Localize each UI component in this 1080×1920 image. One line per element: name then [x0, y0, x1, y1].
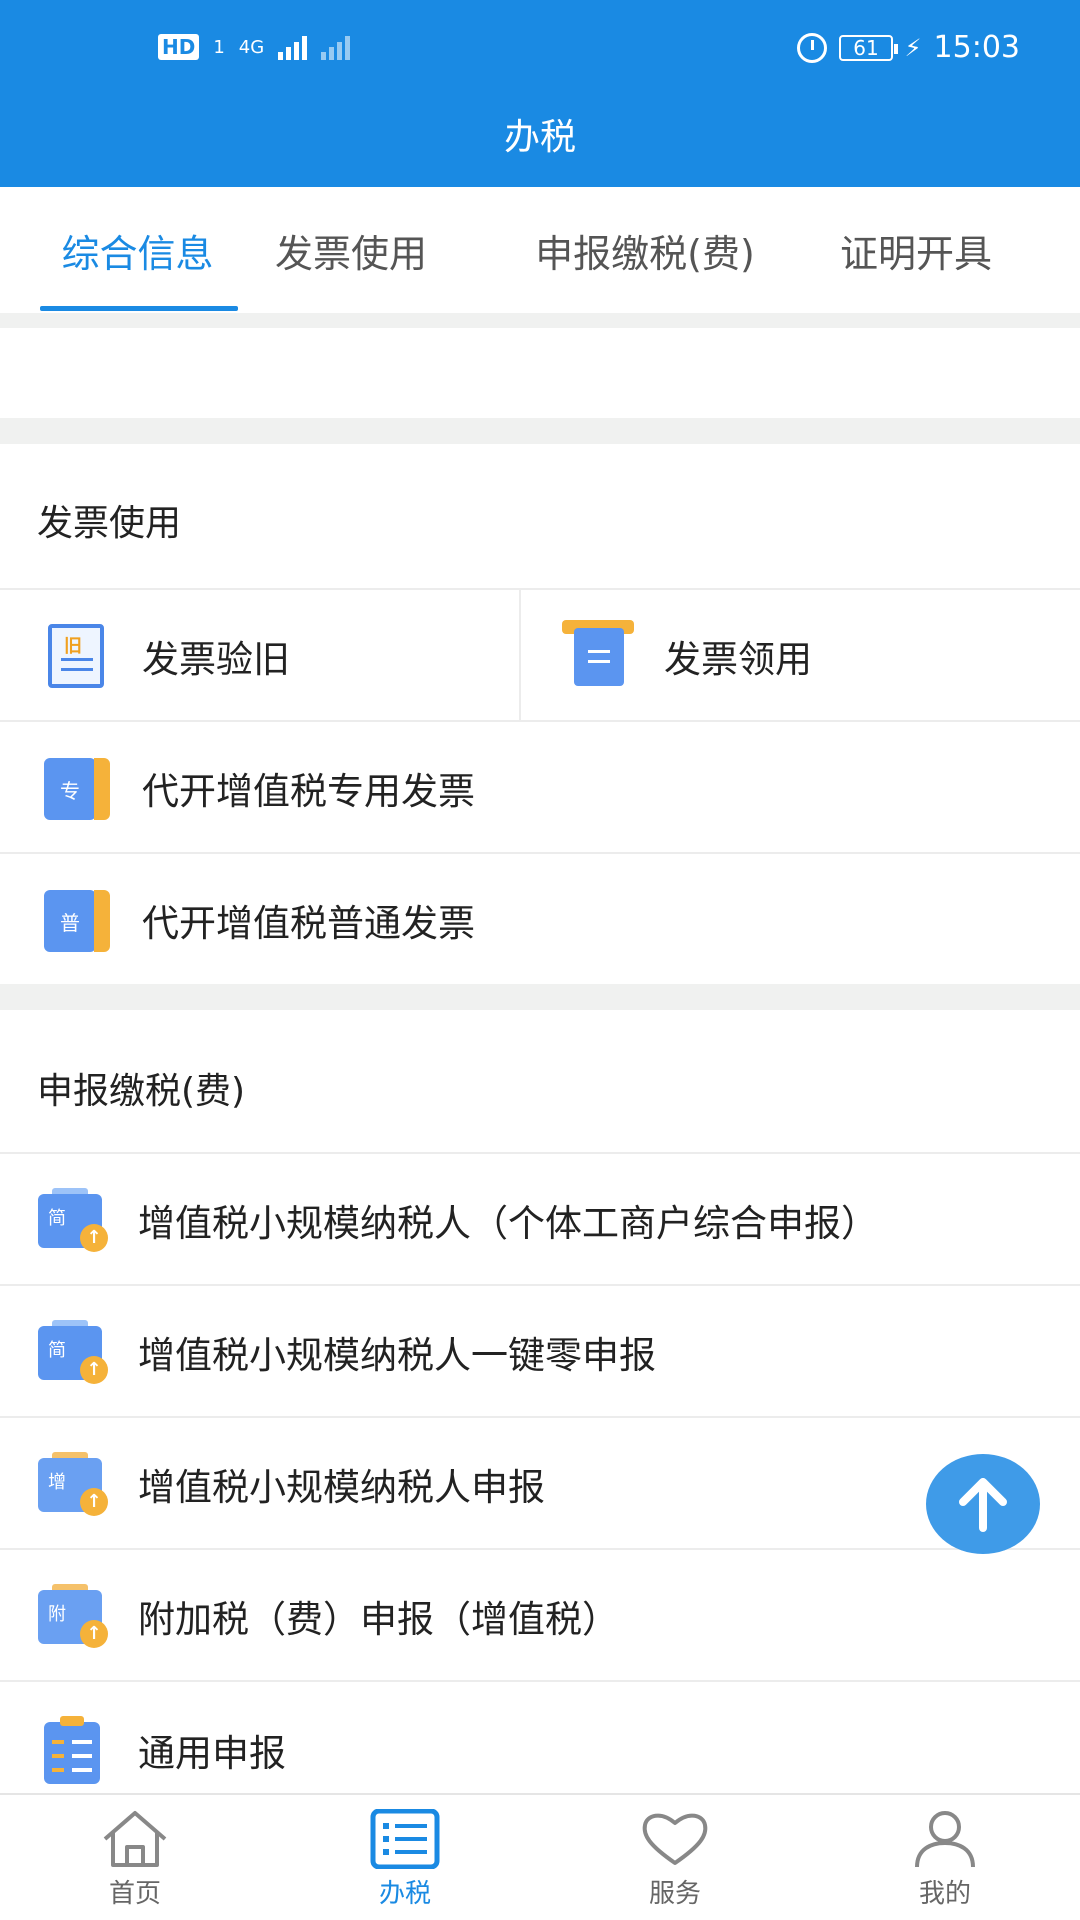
item-label: 增值税小规模纳税人申报 — [138, 1466, 545, 1509]
invoice-receive-item[interactable]: 发票领用 — [562, 620, 812, 692]
tab-bar: 综合信息 发票使用 申报缴税(费) 证明开具 — [0, 187, 1080, 313]
tab-invoice[interactable]: 发票使用 — [275, 187, 485, 313]
section-gap — [0, 313, 1080, 328]
item-label: 附加税（费）申报（增值税） — [138, 1598, 619, 1641]
simple-declare-icon: 简 ↑ — [36, 1316, 108, 1388]
user-icon — [915, 1811, 975, 1868]
special-invoice-item[interactable]: 专 代开增值税专用发票 — [40, 752, 475, 824]
divider — [0, 852, 1080, 854]
nav-mine[interactable]: 我的 — [810, 1795, 1080, 1920]
icon-text: 旧 — [64, 636, 82, 657]
status-bar: HD 1 4G 61 ⚡ 15:03 — [0, 0, 1080, 100]
tab-label: 综合信息 — [61, 231, 214, 276]
declare-section: 申报缴税(费) 简 ↑ 增值税小规模纳税人（个体工商户综合申报） 简 ↑ 增值税… — [0, 1010, 1080, 1793]
home-icon — [103, 1811, 167, 1867]
invoice-check-item[interactable]: 旧 发票验旧 — [40, 620, 290, 692]
divider — [0, 1416, 1080, 1418]
arrow-up-icon — [959, 1478, 1007, 1532]
tab-label: 发票使用 — [275, 231, 428, 276]
invoice-receive-icon — [562, 620, 634, 692]
app-header: HD 1 4G 61 ⚡ 15:03 办税 — [0, 0, 1080, 187]
section-title: 发票使用 — [37, 503, 182, 544]
declare-item[interactable]: 通用申报 — [36, 1714, 286, 1786]
page-title: 办税 — [503, 117, 576, 158]
tab-label: 申报缴税(费) — [535, 231, 755, 276]
divider — [0, 720, 1080, 722]
divider — [519, 590, 521, 720]
declare-item[interactable]: 增 ↑ 增值税小规模纳税人申报 — [36, 1448, 545, 1520]
section-gap — [0, 418, 1080, 444]
nav-service[interactable]: 服务 — [540, 1795, 810, 1920]
list-icon — [370, 1809, 440, 1869]
section-gap — [0, 984, 1080, 1010]
hd-badge: HD — [158, 34, 200, 60]
status-right: 61 ⚡ 15:03 — [797, 30, 1020, 65]
signal-icon — [278, 34, 308, 60]
tab-certificate[interactable]: 证明开具 — [805, 187, 1080, 313]
invoice-check-icon: 旧 — [40, 620, 112, 692]
tab-declare[interactable]: 申报缴税(费) — [485, 187, 805, 313]
tab-overview[interactable]: 综合信息 — [0, 187, 275, 313]
declare-item[interactable]: 附 ↑ 附加税（费）申报（增值税） — [36, 1580, 619, 1652]
item-label: 代开增值税专用发票 — [142, 770, 475, 813]
nav-tax[interactable]: 办税 — [270, 1795, 540, 1920]
battery-icon: 61 — [839, 34, 899, 61]
scroll-top-button[interactable] — [926, 1454, 1040, 1554]
item-label: 发票领用 — [664, 638, 812, 681]
bottom-nav: 首页 办税 服务 我的 — [0, 1793, 1080, 1920]
vat-declare-icon: 增 ↑ — [36, 1448, 108, 1520]
tab-active-indicator — [40, 306, 238, 311]
section-title: 申报缴税(费) — [37, 1071, 246, 1112]
nav-label: 服务 — [648, 1879, 701, 1909]
alarm-icon — [797, 32, 828, 63]
charging-icon: ⚡ — [904, 33, 922, 62]
signal-empty-icon — [321, 34, 351, 60]
icon-text: 专 — [44, 758, 96, 820]
special-invoice-icon: 专 — [40, 752, 112, 824]
tab-label: 证明开具 — [840, 231, 993, 276]
item-label: 代开增值税普通发票 — [142, 902, 475, 945]
network-type: 4G — [238, 36, 265, 58]
item-label: 发票验旧 — [142, 638, 290, 681]
invoice-section: 发票使用 旧 发票验旧 发票领用 专 代开增值税专用发票 普 代开增值税普通发票 — [0, 444, 1080, 984]
info-placeholder — [0, 328, 1080, 418]
nav-label: 办税 — [378, 1879, 431, 1909]
item-label: 增值税小规模纳税人一键零申报 — [138, 1334, 656, 1377]
icon-text: 普 — [44, 890, 96, 952]
ordinary-invoice-icon: 普 — [40, 884, 112, 956]
divider — [0, 1152, 1080, 1154]
heart-icon — [642, 1813, 708, 1865]
declare-item[interactable]: 简 ↑ 增值税小规模纳税人一键零申报 — [36, 1316, 656, 1388]
ordinary-invoice-item[interactable]: 普 代开增值税普通发票 — [40, 884, 475, 956]
divider — [0, 1284, 1080, 1286]
clock: 15:03 — [933, 30, 1020, 65]
divider — [0, 1680, 1080, 1682]
general-declare-icon — [36, 1714, 108, 1786]
divider — [0, 1548, 1080, 1550]
surtax-declare-icon: 附 ↑ — [36, 1580, 108, 1652]
status-left: HD 1 4G — [158, 34, 351, 60]
item-label: 通用申报 — [138, 1732, 286, 1775]
declare-item[interactable]: 简 ↑ 增值税小规模纳税人（个体工商户综合申报） — [36, 1184, 878, 1256]
item-label: 增值税小规模纳税人（个体工商户综合申报） — [138, 1202, 878, 1245]
simple-declare-icon: 简 ↑ — [36, 1184, 108, 1256]
nav-label: 我的 — [918, 1879, 971, 1909]
nav-home[interactable]: 首页 — [0, 1795, 270, 1920]
divider — [0, 588, 1080, 590]
sim-indicator: 1 — [213, 36, 225, 58]
nav-label: 首页 — [108, 1879, 161, 1909]
